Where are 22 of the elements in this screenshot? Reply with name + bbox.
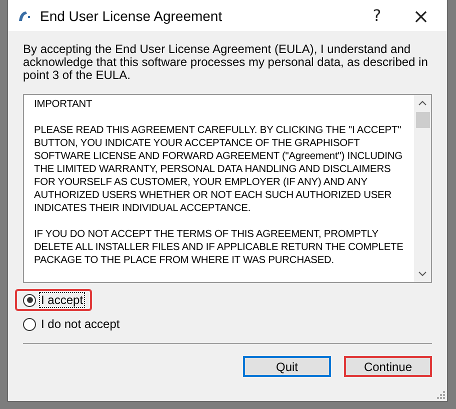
scroll-down-icon[interactable] <box>418 271 427 277</box>
radio-button[interactable] <box>23 294 36 306</box>
resize-grip-icon[interactable] <box>437 391 445 399</box>
help-button[interactable]: ? <box>355 0 399 31</box>
quit-button[interactable]: Quit <box>243 356 331 377</box>
continue-button[interactable]: Continue <box>344 356 432 377</box>
arc-logo-icon <box>18 10 32 22</box>
radio-label[interactable]: I accept <box>40 293 84 307</box>
scrollbar[interactable] <box>414 95 431 282</box>
radio-label[interactable]: I do not accept <box>40 317 121 331</box>
intro-text: By accepting the End User License Agreement (EULA), I understand and acknowledge that this software processes my personal data, as described in point 3 of the EULA. <box>23 43 429 82</box>
radio-option[interactable]: I do not accept <box>23 315 432 333</box>
license-paragraph: IF YOU DO NOT ACCEPT THE TERMS OF THIS AGREEMENT, PROMPTLY DELETE ALL INSTALLER FILES AND IF APPLICABLE RETURN THE COMPLETE PACKAGE TO THE PLACE FROM WHERE IT WAS PURCHASED. <box>34 228 404 267</box>
window-title: End User License Agreement <box>40 8 222 24</box>
radio-option[interactable]: I accept <box>23 293 84 307</box>
scroll-up-icon[interactable] <box>418 100 427 106</box>
license-paragraph: PLEASE READ THIS AGREEMENT CAREFULLY. BY CLICKING THE "I ACCEPT" BUTTON, YOU INDICATE YOUR ACCEPTANCE OF THE GRAPHISOFT SOFTWARE LICENSE AND FORWARD AGREEMENT ("Agreement") INCLUDING THE LIMITED WARRANTY, PERSONAL DATA HANDLING AND DISCLAIMERS FOR YOURSELF AS CUSTOMER, YOUR EMPLOYER (IF ANY) AND ANY AUTHORIZED USERS WHETHER OR NOT EACH SUCH AUTHORIZED USER INDICATES THEIR INDIVIDUAL ACCEPTANCE. <box>34 124 404 215</box>
scroll-thumb[interactable] <box>416 112 430 128</box>
radio-button[interactable] <box>23 318 36 330</box>
license-text-area[interactable] <box>23 94 432 283</box>
close-button[interactable]: × <box>399 0 443 31</box>
license-paragraph: IMPORTANT <box>34 98 94 111</box>
